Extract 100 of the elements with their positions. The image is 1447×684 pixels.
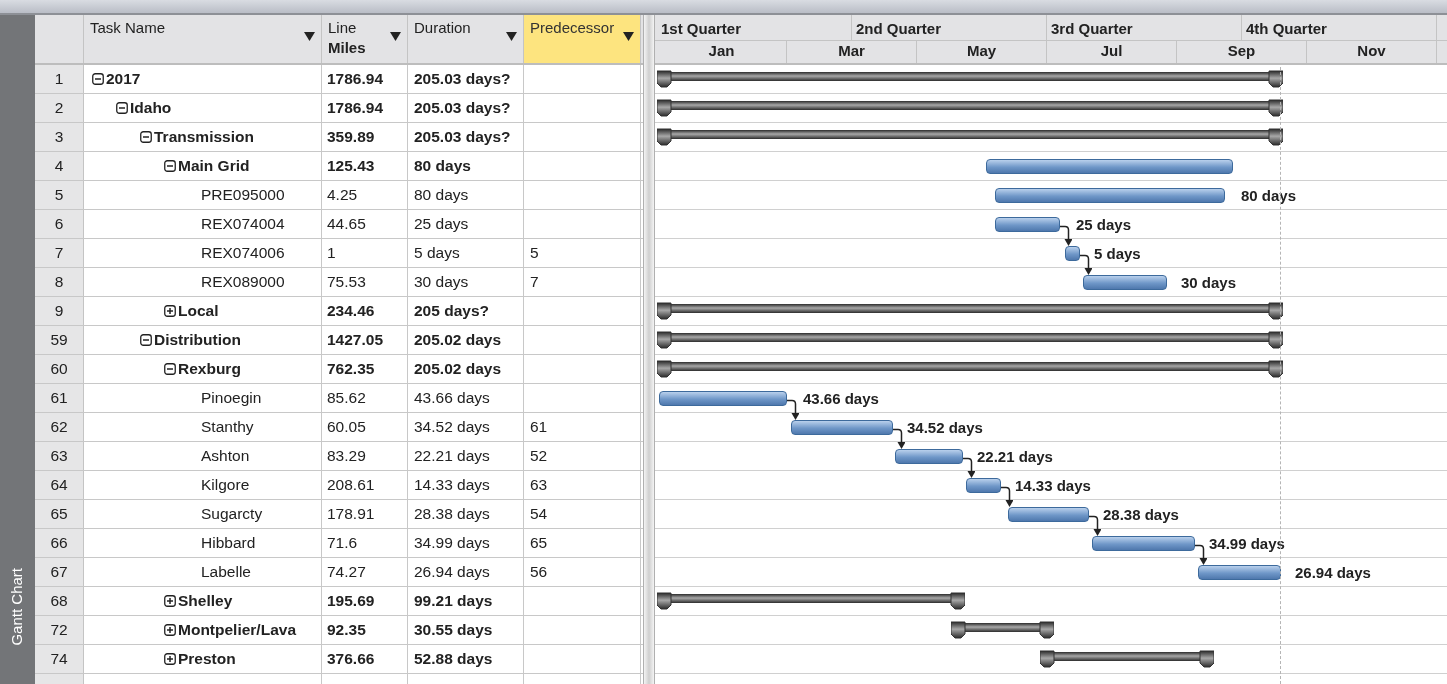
task-name: 2017 xyxy=(106,69,141,90)
row-number: 8 xyxy=(35,268,84,296)
expand-icon[interactable] xyxy=(164,305,176,317)
column-subtitle: Miles xyxy=(328,38,366,58)
link-arrow xyxy=(1060,225,1072,247)
table-cell-text: 178.91 xyxy=(327,504,375,525)
bar-label: 28.38 days xyxy=(1103,505,1179,525)
task-name: Distribution xyxy=(154,330,241,351)
task-name: Pinoegin xyxy=(201,388,262,409)
table-cell-text: 92.35 xyxy=(327,620,366,641)
collapse-icon[interactable] xyxy=(140,131,152,143)
bar-label: 80 days xyxy=(1241,186,1297,206)
table-cell-text: 43.66 days xyxy=(414,388,490,409)
table-cell-text: 205.02 days xyxy=(414,330,502,351)
month-label: May xyxy=(917,41,1047,63)
column-title: Predecessor xyxy=(530,18,615,38)
link-arrow xyxy=(1089,515,1101,537)
dropdown-icon[interactable] xyxy=(304,32,315,41)
table-cell-text: 208.61 xyxy=(327,475,375,496)
dropdown-icon[interactable] xyxy=(390,32,401,41)
table-cell-text: 205.03 days? xyxy=(414,98,511,119)
side-tab[interactable]: Gantt Chart xyxy=(0,15,35,684)
table-cell-text: 83.29 xyxy=(327,446,366,467)
bar-label: 22.21 days xyxy=(977,447,1053,467)
month-label: Mar xyxy=(787,41,917,63)
task-name: Transmission xyxy=(154,127,254,148)
expand-icon[interactable] xyxy=(164,653,176,665)
row-number: 3 xyxy=(35,123,84,151)
task-name: PRE095000 xyxy=(201,185,285,206)
bar-label: 26.94 days xyxy=(1295,563,1371,583)
bar-label: 34.99 days xyxy=(1209,534,1285,554)
link-arrow xyxy=(1080,254,1092,276)
quarter-label: 3rd Quarter xyxy=(1047,15,1242,40)
link-arrow xyxy=(893,428,905,450)
task-name: Kilgore xyxy=(201,475,250,496)
task-name: REX074004 xyxy=(201,214,285,235)
task-name: Preston xyxy=(178,649,236,670)
row-number: 62 xyxy=(35,413,84,441)
column-title: Task Name xyxy=(90,18,166,38)
task-name: Rexburg xyxy=(178,359,241,380)
table-cell-text: 61 xyxy=(530,417,548,438)
bar-label: 25 days xyxy=(1076,215,1132,235)
bar-label: 43.66 days xyxy=(803,389,879,409)
column-header[interactable]: Predecessor xyxy=(524,15,641,63)
expand-icon[interactable] xyxy=(164,624,176,636)
task-name: REX074006 xyxy=(201,243,285,264)
dropdown-icon[interactable] xyxy=(506,32,517,41)
task-bar xyxy=(966,478,1001,493)
table-cell-text: 75.53 xyxy=(327,272,366,293)
row-number: 4 xyxy=(35,152,84,180)
table-cell-text: 80 days xyxy=(414,156,471,177)
row-number: 5 xyxy=(35,181,84,209)
task-name: Main Grid xyxy=(178,156,250,177)
table-cell-text: 205.03 days? xyxy=(414,69,511,90)
row-number: 7 xyxy=(35,239,84,267)
bar-label: 34.52 days xyxy=(907,418,983,438)
collapse-icon[interactable] xyxy=(140,334,152,346)
table-cell-text: 56 xyxy=(530,562,548,583)
task-name: Stanthy xyxy=(201,417,254,438)
table-cell-text: 30 days xyxy=(414,272,469,293)
row-number: 60 xyxy=(35,355,84,383)
table-cell-text: 26.94 days xyxy=(414,562,490,583)
expand-icon[interactable] xyxy=(164,595,176,607)
table-cell-text: 234.46 xyxy=(327,301,375,322)
row-number: 9 xyxy=(35,297,84,325)
table-cell-text: 205 days? xyxy=(414,301,489,322)
table-cell-text: 44.65 xyxy=(327,214,366,235)
collapse-icon[interactable] xyxy=(164,363,176,375)
table-cell-text: 4.25 xyxy=(327,185,358,206)
row-number: 59 xyxy=(35,326,84,354)
table-cell-text: 52 xyxy=(530,446,548,467)
row-number: 68 xyxy=(35,587,84,615)
table-cell-text: 1786.94 xyxy=(327,69,384,90)
table-cell-text: 74.27 xyxy=(327,562,366,583)
table-cell-text: 34.52 days xyxy=(414,417,490,438)
collapse-icon[interactable] xyxy=(164,160,176,172)
task-name: Ashton xyxy=(201,446,250,467)
collapse-icon[interactable] xyxy=(116,102,128,114)
task-name: Sugarcty xyxy=(201,504,263,525)
task-name: Shelley xyxy=(178,591,233,612)
table-cell-text: 14.33 days xyxy=(414,475,490,496)
task-name: REX089000 xyxy=(201,272,285,293)
table-cell-text: 54 xyxy=(530,504,548,525)
link-arrow xyxy=(963,457,975,479)
task-name: Labelle xyxy=(201,562,251,583)
dropdown-icon[interactable] xyxy=(623,32,634,41)
row-number: 72 xyxy=(35,616,84,644)
table-cell-text: 25 days xyxy=(414,214,469,235)
task-name: Local xyxy=(178,301,219,322)
quarter-label: 2nd Quarter xyxy=(852,15,1047,40)
row-number: 1 xyxy=(35,65,84,93)
quarter-label: 4th Quarter xyxy=(1242,15,1437,40)
quarter-label: 1st Quarter xyxy=(657,15,852,40)
row-number: 67 xyxy=(35,558,84,586)
table-cell-text: 80 days xyxy=(414,185,469,206)
table-cell-text: 195.69 xyxy=(327,591,375,612)
row-number: 2 xyxy=(35,94,84,122)
month-label: Jan xyxy=(657,41,787,63)
table-cell-text: 22.21 days xyxy=(414,446,490,467)
collapse-icon[interactable] xyxy=(92,73,104,85)
